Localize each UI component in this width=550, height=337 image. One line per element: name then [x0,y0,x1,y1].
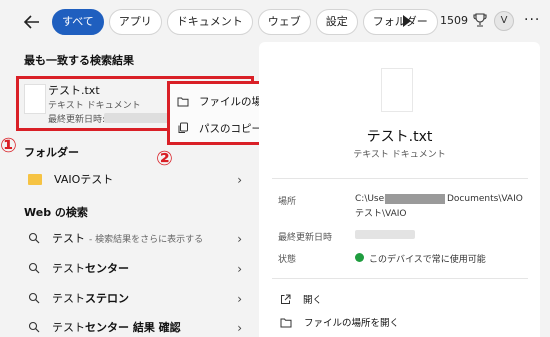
filter-folders[interactable]: フォルダー [362,9,438,35]
location-suffix: Documents\VAIO [447,194,523,204]
web-search-heading: Web の検索 [24,206,88,219]
avatar[interactable]: V [494,11,514,31]
web-result-bold: センター [85,262,129,275]
redacted-modified [355,230,415,239]
folder-result-label: VAIOテスト [54,173,114,186]
action-open[interactable]: 開く [280,292,322,306]
divider [272,278,528,279]
chevron-right-icon: › [237,321,242,335]
search-icon [28,232,40,244]
folders-heading: フォルダー [24,146,79,159]
action-open-file-location[interactable]: ファイルの場所を開く [280,315,399,329]
folder-icon [28,173,42,185]
search-icon [28,321,40,333]
action-open-label: 開く [303,295,323,306]
filter-tabs: すべて アプリ ドキュメント ウェブ 設定 フォルダー [52,9,438,35]
check-icon [355,253,364,262]
filter-documents[interactable]: ドキュメント [166,9,253,35]
web-result-text: テスト [52,321,85,334]
search-icon [28,292,40,304]
best-match-heading: 最も一致する検索結果 [24,54,134,67]
location-label: 場所 [278,197,297,207]
detail-title: テスト.txt [366,129,433,145]
web-result[interactable]: テストセンター 結果 確認 › [14,314,246,337]
filter-apps[interactable]: アプリ [108,9,162,35]
web-result[interactable]: テストステロン › [14,285,246,311]
filter-web[interactable]: ウェブ [257,9,311,35]
filter-settings[interactable]: 設定 [315,9,358,35]
search-topbar: すべて アプリ ドキュメント ウェブ 設定 フォルダー 1509 V ··· [0,0,550,42]
rewards-points: 1509 [440,14,468,27]
status-value: このデバイスで常に使用可能 [369,255,486,265]
filter-all[interactable]: すべて [52,9,104,35]
redacted-username [385,194,445,204]
web-result-text: テスト [52,262,85,275]
chevron-right-icon: › [237,173,242,187]
search-icon [28,262,40,274]
web-result-bold: ステロン [85,292,129,305]
chevron-right-icon: › [237,232,242,246]
web-result[interactable]: テストセンター › [14,255,246,281]
action-open-file-location-label: ファイルの場所を開く [304,318,400,329]
trophy-icon[interactable] [472,12,488,28]
play-icon[interactable] [403,15,411,27]
detail-type: テキスト ドキュメント [353,150,446,160]
back-arrow-icon[interactable] [22,12,42,32]
chevron-right-icon: › [237,292,242,306]
web-result[interactable]: テスト - 検索結果をさらに表示する › [14,225,246,251]
more-options-icon[interactable]: ··· [524,12,540,28]
web-result-text: テスト [52,292,85,305]
large-file-icon [381,68,413,112]
modified-label: 最終更新日時 [278,233,333,243]
divider [272,178,528,179]
open-external-icon [281,294,291,304]
folder-result[interactable]: VAIOテスト › [14,166,246,192]
annotation-marker-1: ① [0,133,17,157]
web-result-bold: センター 結果 確認 [85,321,181,334]
status-label: 状態 [278,255,297,265]
web-result-text: テスト [52,232,85,245]
folder-open-icon [280,318,292,327]
location-line2: テスト\VAIO [355,209,407,219]
web-result-sub: - 検索結果をさらに表示する [89,234,204,245]
chevron-right-icon: › [237,262,242,276]
